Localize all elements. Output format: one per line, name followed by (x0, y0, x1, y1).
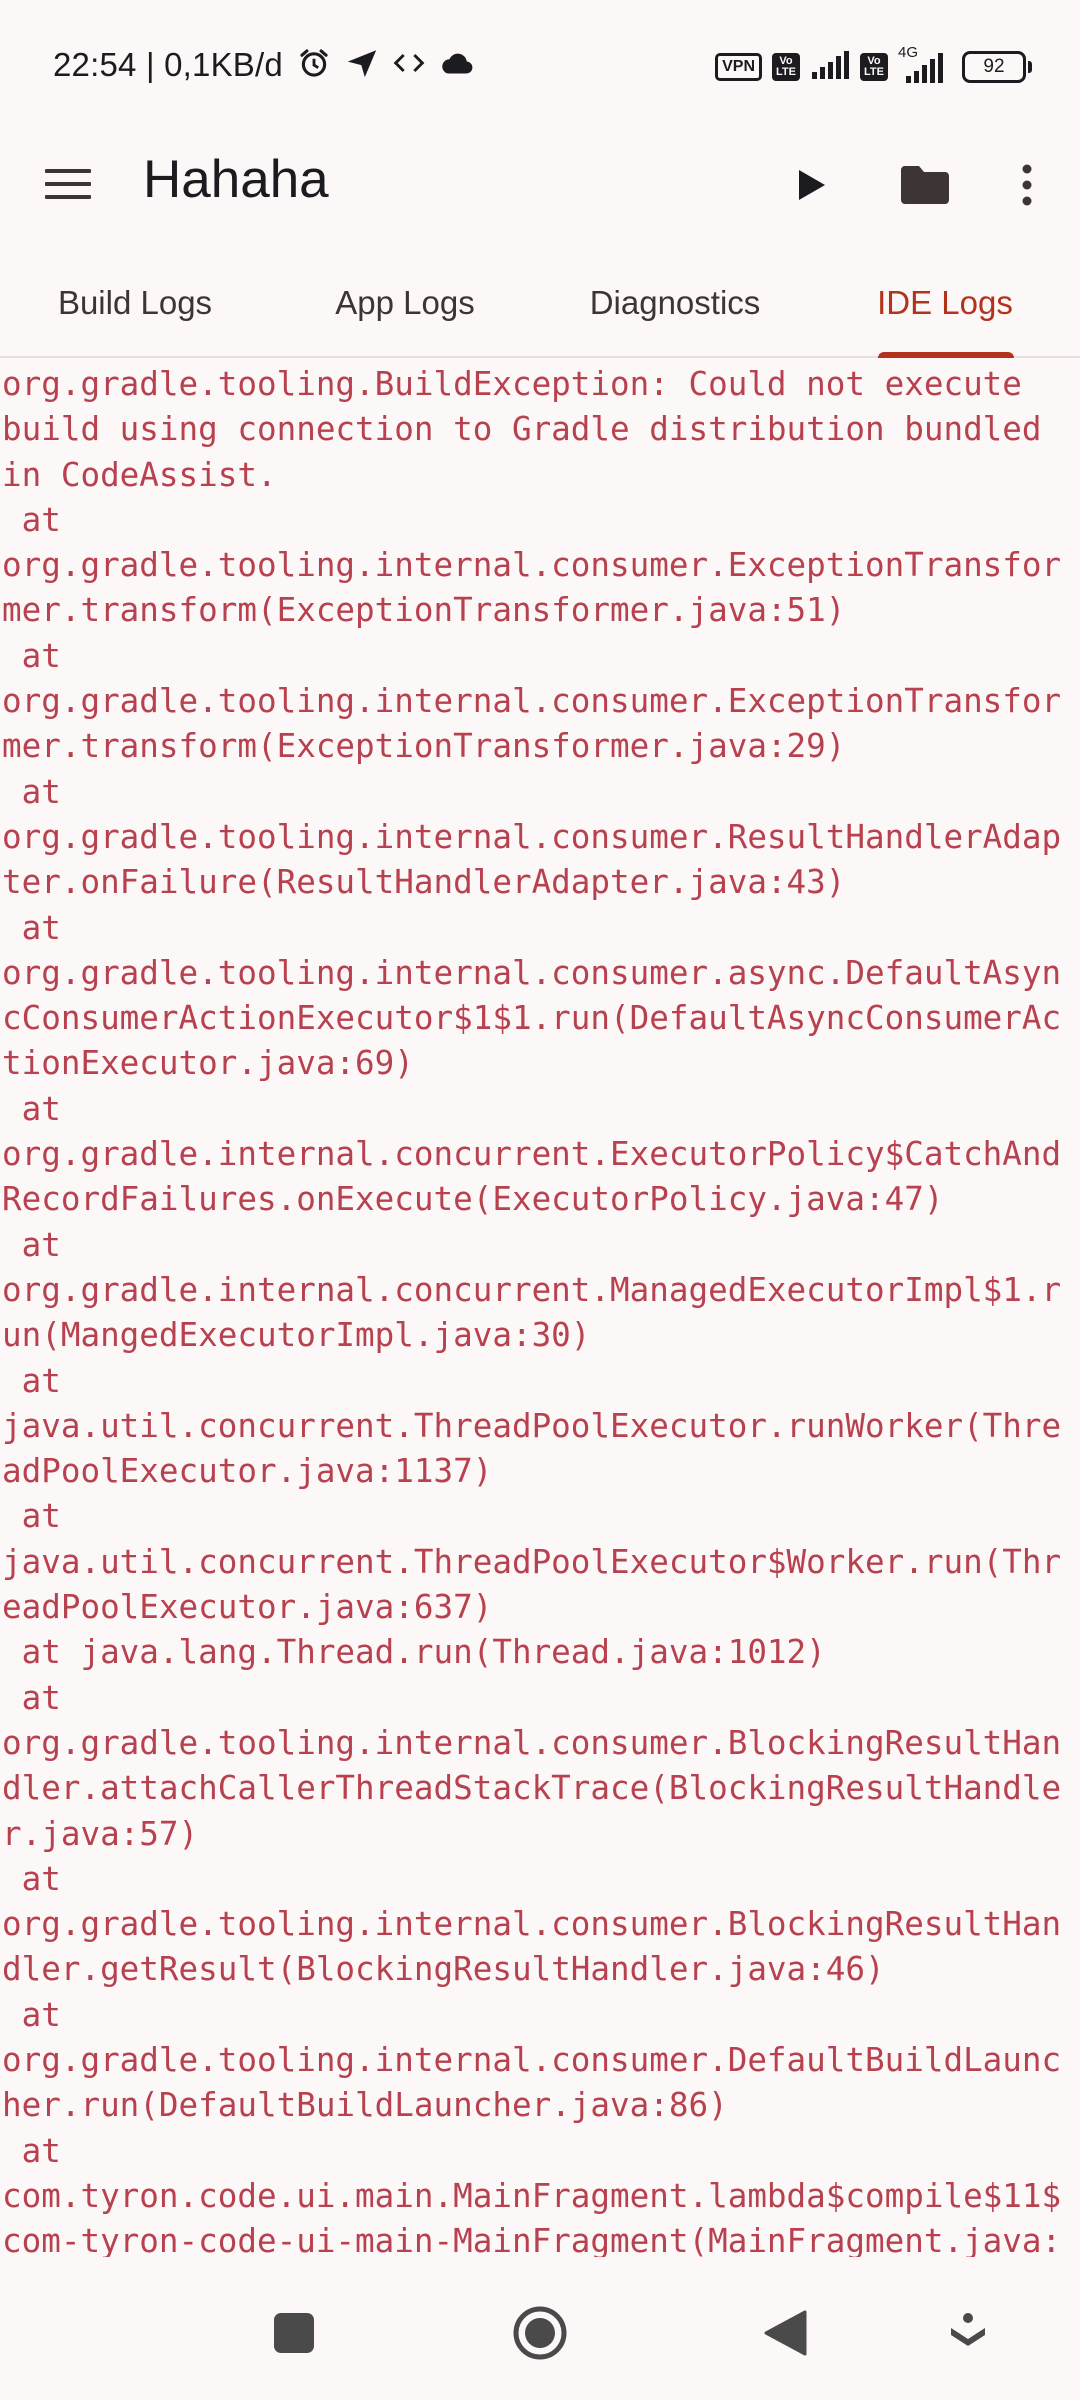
tab-app-logs[interactable]: App Logs (290, 250, 520, 356)
signal-icon-1 (810, 50, 850, 84)
top-app-bar: Hahaha (0, 130, 1080, 230)
more-options-button[interactable] (992, 152, 1062, 222)
tab-diagnostics[interactable]: Diagnostics (560, 250, 790, 356)
play-icon (797, 168, 827, 206)
run-button[interactable] (777, 152, 847, 222)
assistant-icon (948, 2312, 988, 2358)
app-screen: 22:54 | 0,1KB/d VPN Vo LTE Vo LTE 4G 92 … (0, 0, 1080, 2400)
triangle-back-icon (763, 2310, 807, 2360)
tab-build-logs[interactable]: Build Logs (20, 250, 250, 356)
active-tab-indicator (878, 352, 1014, 358)
battery-indicator: 92 (962, 51, 1032, 83)
menu-button[interactable] (40, 158, 96, 214)
page-title: Hahaha (143, 150, 329, 209)
battery-level: 92 (983, 56, 1005, 77)
status-left: 22:54 | 0,1KB/d (53, 46, 475, 84)
open-folder-button[interactable] (890, 152, 960, 222)
recents-button[interactable] (259, 2300, 329, 2370)
home-button[interactable] (505, 2300, 575, 2370)
more-vert-icon (1020, 164, 1034, 210)
volte-badge-2: Vo LTE (860, 53, 888, 81)
system-nav-bar (0, 2270, 1080, 2400)
code-icon (393, 47, 425, 83)
send-icon (345, 46, 379, 84)
back-button[interactable] (750, 2300, 820, 2370)
log-output[interactable]: org.gradle.tooling.BuildException: Could… (0, 362, 1080, 2257)
assistant-button[interactable] (933, 2300, 1003, 2370)
folder-icon (899, 164, 951, 210)
status-bar: 22:54 | 0,1KB/d VPN Vo LTE Vo LTE 4G 92 (0, 0, 1080, 130)
signal-icon-2: 4G (898, 44, 944, 84)
vpn-badge: VPN (715, 53, 762, 81)
tab-ide-logs[interactable]: IDE Logs (830, 250, 1060, 356)
volte-badge-1: Vo LTE (772, 53, 800, 81)
log-tabs: Build Logs App Logs Diagnostics IDE Logs (0, 250, 1080, 358)
cloud-icon (439, 47, 475, 83)
square-recents-icon (273, 2312, 315, 2358)
log-text: org.gradle.tooling.BuildException: Could… (2, 365, 1062, 2257)
circle-home-icon (512, 2305, 568, 2365)
alarm-icon (297, 46, 331, 84)
hamburger-menu-icon (45, 167, 91, 205)
status-right: VPN Vo LTE Vo LTE 4G 92 (715, 44, 1032, 84)
status-time: 22:54 | 0,1KB/d (53, 46, 283, 83)
